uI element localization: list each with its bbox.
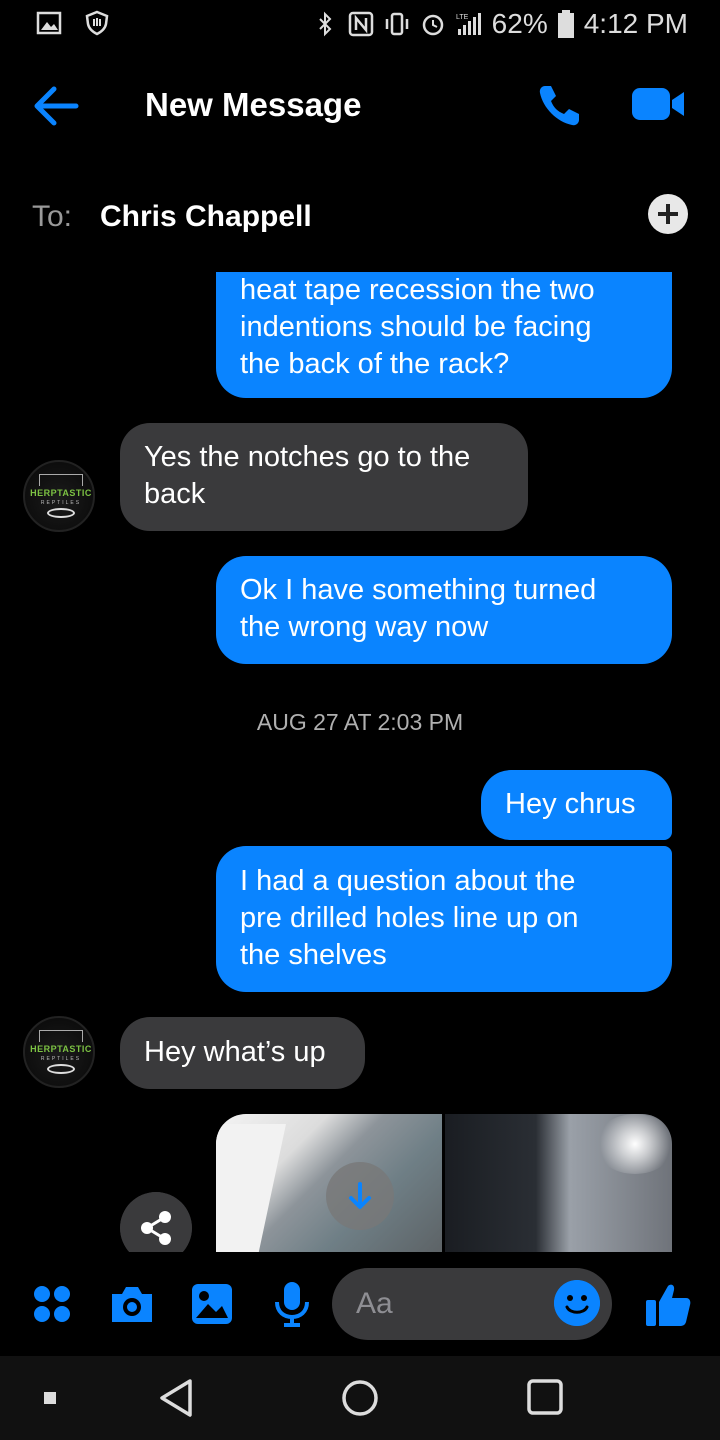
nav-back-icon[interactable] <box>158 1378 194 1418</box>
square-dot-icon[interactable] <box>44 1392 56 1404</box>
nfc-icon <box>348 11 373 37</box>
recipient-row: To: Chris Chappell <box>0 188 720 248</box>
to-label: To: <box>32 200 73 233</box>
avatar-logo-text: HERPTASTIC <box>30 488 92 498</box>
battery-percent: 62% <box>491 8 548 39</box>
message-bubble-outgoing[interactable]: Ok I have something turned the wrong way… <box>216 556 672 664</box>
gecko-icon <box>47 1064 75 1074</box>
arrow-left-icon[interactable] <box>30 82 82 130</box>
status-bar: LTE 62% 4:12 PM <box>0 0 720 50</box>
image-icon[interactable] <box>190 1282 234 1326</box>
message-list[interactable]: heat tape recession the two indentions s… <box>0 272 720 1252</box>
photo-attachments[interactable] <box>216 1114 672 1252</box>
message-input-box[interactable] <box>332 1268 612 1340</box>
message-bubble-outgoing[interactable]: heat tape recession the two indentions s… <box>216 272 672 398</box>
avatar[interactable]: HERPTASTIC REPTILES <box>23 1016 95 1088</box>
phone-icon[interactable] <box>535 80 585 130</box>
bluetooth-icon <box>318 11 332 37</box>
share-icon[interactable] <box>120 1192 192 1252</box>
shield-notification-icon <box>85 10 109 36</box>
message-input[interactable] <box>356 1282 546 1326</box>
microphone-icon[interactable] <box>272 1280 312 1328</box>
plus-icon[interactable] <box>648 194 688 234</box>
recipient-name[interactable]: Chris Chappell <box>100 200 312 234</box>
page-title: New Message <box>145 86 362 123</box>
timestamp: AUG 27 AT 2:03 PM <box>256 709 464 735</box>
thumbs-up-icon[interactable] <box>644 1280 692 1328</box>
avatar[interactable]: HERPTASTIC REPTILES <box>23 460 95 532</box>
svg-text:LTE: LTE <box>456 14 469 21</box>
arrow-down-icon[interactable] <box>326 1162 394 1230</box>
vibrate-icon <box>385 12 408 36</box>
clock: 4:12 PM <box>583 8 688 39</box>
gecko-icon <box>47 508 75 518</box>
photo-thumbnail[interactable] <box>445 1114 672 1252</box>
alarm-icon <box>422 14 443 36</box>
message-bubble-outgoing[interactable]: Hey chrus <box>481 770 672 840</box>
system-nav-bar <box>0 1356 720 1440</box>
video-camera-icon[interactable] <box>630 84 686 124</box>
composer-bar <box>0 1262 720 1348</box>
message-bubble-outgoing[interactable]: I had a question about the pre drilled h… <box>216 846 672 992</box>
signal-icon: LTE <box>456 13 481 35</box>
conversation-header: New Message <box>0 70 720 142</box>
nav-recents-icon[interactable] <box>526 1378 564 1416</box>
avatar-logo-text: HERPTASTIC <box>30 1044 92 1054</box>
battery-icon <box>557 10 574 38</box>
nav-home-icon[interactable] <box>340 1378 380 1418</box>
message-bubble-incoming[interactable]: Yes the notches go to the back <box>120 423 528 531</box>
gallery-notification-icon <box>36 11 62 35</box>
message-bubble-incoming[interactable]: Hey what’s up <box>120 1017 365 1089</box>
smiley-icon[interactable] <box>554 1280 600 1326</box>
camera-icon[interactable] <box>108 1284 156 1324</box>
four-dots-icon[interactable] <box>32 1284 72 1324</box>
